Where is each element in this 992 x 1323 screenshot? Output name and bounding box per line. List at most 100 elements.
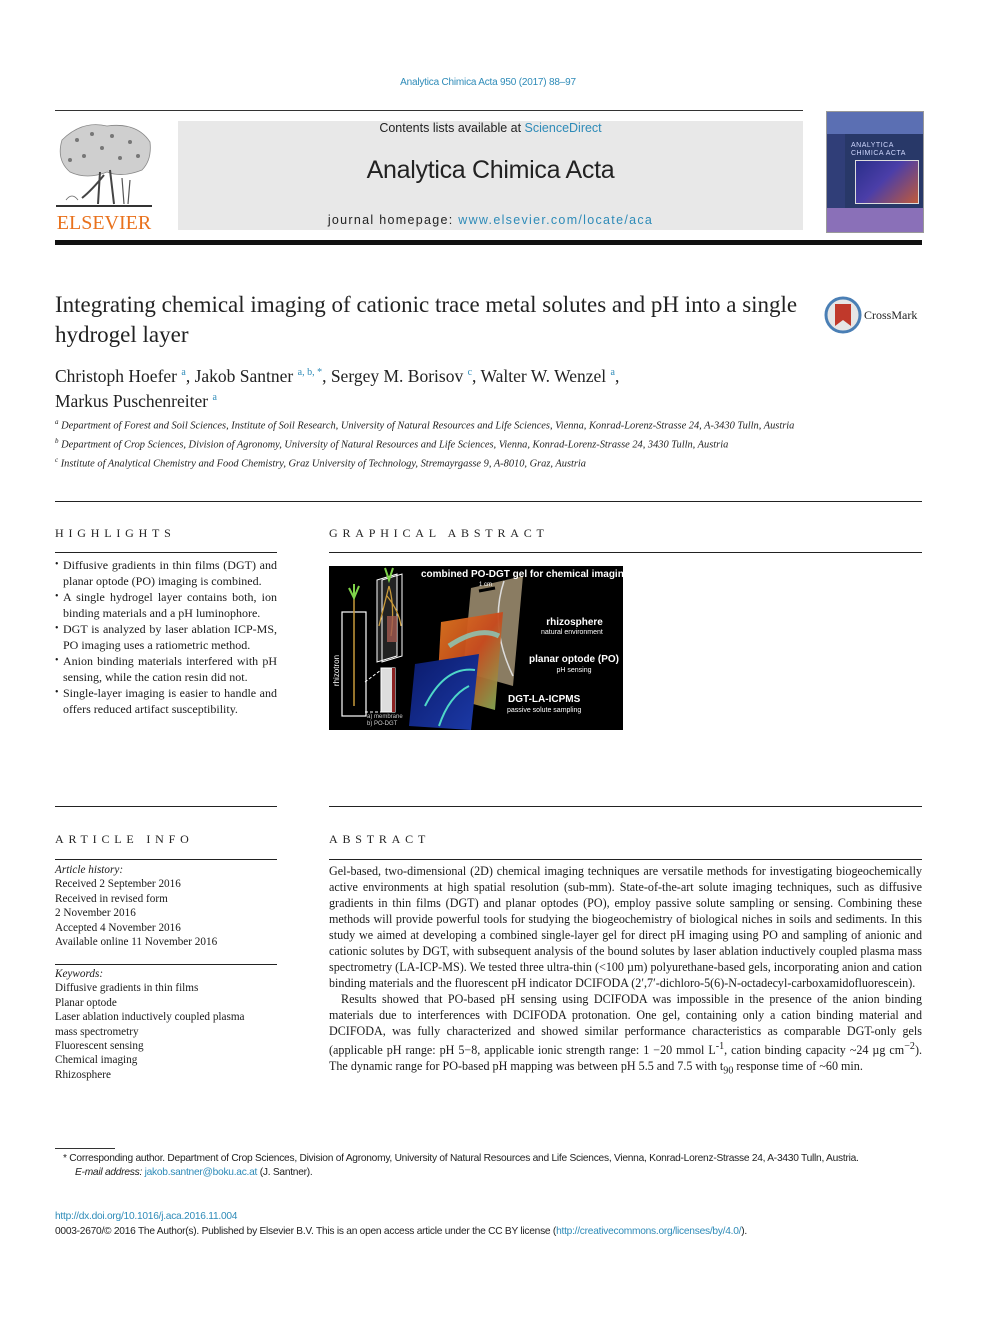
legend-b: b) PO-DGT (367, 721, 398, 727)
header-thick-rule (55, 240, 922, 245)
author-list: Christoph Hoefer a, Jakob Santner a, b, … (55, 365, 620, 411)
article-title: Integrating chemical imaging of cationic… (55, 292, 798, 347)
journal-cover-image[interactable]: ANALYTICA CHIMICA ACTA (826, 111, 924, 233)
affiliation-item: c Institute of Analytical Chemistry and … (55, 453, 815, 472)
keywords-rule (55, 964, 277, 965)
highlights-rule (55, 552, 277, 553)
cover-artwork (855, 160, 919, 204)
graphical-abstract-figure[interactable]: combined PO-DGT gel for chemical imaging… (329, 566, 623, 730)
crossmark-label: CrossMark (864, 308, 918, 322)
layer-label-po: planar optode (PO) pH sensing (529, 654, 619, 676)
author-affiliation-mark[interactable]: c (468, 367, 472, 378)
author-name[interactable]: Sergey M. Borisov (331, 366, 463, 386)
author-name[interactable]: Christoph Hoefer (55, 366, 177, 386)
author-affiliation-mark[interactable]: a (181, 367, 185, 378)
footnotes: * Corresponding author. Department of Cr… (55, 1152, 922, 1181)
graphical-abstract-rule (329, 552, 922, 553)
layer-label-rhizosphere: rhizosphere natural environment (541, 618, 603, 638)
figure-title: combined PO-DGT gel for chemical imaging (421, 569, 623, 580)
affiliation-text: Department of Forest and Soil Sciences, … (61, 420, 795, 432)
abstract-body: Gel-based, two-dimensional (2D) chemical… (329, 863, 922, 1079)
article-history: Article history: Received 2 September 20… (55, 863, 277, 949)
graphical-abstract-heading: GRAPHICAL ABSTRACT (329, 526, 549, 540)
license-text: 0003-2670/© 2016 The Author(s). Publishe… (55, 1226, 557, 1237)
highlight-item: Diffusive gradients in thin films (DGT) … (55, 557, 277, 589)
doi-link[interactable]: http://dx.doi.org/10.1016/j.aca.2016.11.… (55, 1211, 237, 1222)
author-affiliation-mark[interactable]: a, b, * (298, 367, 322, 378)
footnote-rule (55, 1148, 115, 1149)
keyword-item: Rhizosphere (55, 1068, 111, 1081)
author-name[interactable]: Jakob Santner (195, 366, 294, 386)
highlight-item: Single-layer imaging is easier to handle… (55, 685, 277, 717)
keyword-item: Diffusive gradients in thin films (55, 982, 199, 995)
affiliation-text: Institute of Analytical Chemistry and Fo… (60, 458, 587, 469)
history-item: 2 November 2016 (55, 907, 136, 920)
figure-legend: a) membrane b) PO-DGT (367, 714, 403, 728)
license-line: 0003-2670/© 2016 The Author(s). Publishe… (55, 1226, 922, 1237)
keywords: Keywords: Diffusive gradients in thin fi… (55, 967, 277, 1082)
contents-prefix: Contents lists available at (379, 121, 525, 135)
keyword-item: Planar optode (55, 996, 117, 1009)
history-item: Available online 11 November 2016 (55, 936, 218, 949)
scale-bar-label: 1 cm (479, 582, 493, 588)
highlight-item: DGT is analyzed by laser ablation ICP-MS… (55, 621, 277, 653)
rhizotron-label: rhizotron (332, 654, 342, 687)
affiliations: a Department of Forest and Soil Sciences… (55, 415, 815, 471)
journal-reference-link[interactable]: Analytica Chimica Acta 950 (2017) 88–97 (0, 77, 976, 88)
cover-top-band (827, 112, 923, 134)
layer-label-dgt: DGT-LA-ICPMS passive solute sampling (507, 694, 581, 716)
keyword-item: Laser ablation inductively coupled plasm… (55, 1011, 245, 1024)
license-link[interactable]: http://creativecommons.org/licenses/by/4… (556, 1226, 741, 1237)
abstract-paragraph-1: Gel-based, two-dimensional (2D) chemical… (329, 864, 922, 990)
keyword-item: Fluorescent sensing (55, 1040, 144, 1053)
affiliation-item: a Department of Forest and Soil Sciences… (55, 415, 815, 434)
email-link[interactable]: jakob.santner@boku.ac.at (145, 1167, 258, 1178)
legend-a: a) membrane (367, 714, 403, 720)
affiliation-key: c (55, 455, 59, 464)
author-affiliation-mark[interactable]: a (611, 367, 615, 378)
email-line: E-mail address: jakob.santner@boku.ac.at… (55, 1166, 922, 1180)
cover-bottom-band (827, 208, 923, 232)
layer-subtitle: natural environment (541, 629, 603, 636)
keyword-item: mass spectrometry (55, 1025, 139, 1038)
affiliation-key: b (55, 436, 59, 445)
abstract-paragraph-2: Results showed that PO-based pH sensing … (329, 991, 922, 1079)
cover-left-band (827, 134, 845, 212)
section-divider (55, 501, 922, 502)
author-name[interactable]: Markus Puschenreiter (55, 391, 208, 411)
layer-subtitle: pH sensing (556, 667, 592, 674)
affiliation-text: Department of Crop Sciences, Division of… (61, 439, 729, 451)
crossmark-icon (824, 296, 862, 334)
history-item: Received 2 September 2016 (55, 878, 181, 891)
email-suffix: (J. Santner). (257, 1167, 313, 1179)
header-top-rule (55, 110, 803, 111)
author-name[interactable]: Walter W. Wenzel (480, 366, 606, 386)
email-label: E-mail address: (75, 1167, 145, 1179)
crossmark-badge[interactable]: CrossMark (824, 296, 924, 336)
highlights-list: Diffusive gradients in thin films (DGT) … (55, 557, 277, 717)
abstract-heading: ABSTRACT (329, 832, 431, 846)
keyword-item: Chemical imaging (55, 1054, 138, 1067)
contents-line: Contents lists available at ScienceDirec… (178, 121, 803, 135)
history-item: Received in revised form (55, 892, 168, 905)
dgt-layer (409, 654, 479, 730)
subscript: 90 (723, 1065, 734, 1077)
homepage-line: journal homepage: www.elsevier.com/locat… (178, 213, 803, 227)
elsevier-wordmark: ELSEVIER (56, 212, 152, 234)
journal-title: Analytica Chimica Acta (366, 156, 615, 184)
sciencedirect-link[interactable]: ScienceDirect (525, 121, 602, 135)
article-info-heading: ARTICLE INFO (55, 832, 194, 846)
layer-title: planar optode (PO) (529, 654, 619, 665)
elsevier-logo[interactable]: ELSEVIER (52, 120, 156, 234)
abstract-rule (329, 859, 922, 860)
layer-title: rhizosphere (546, 617, 603, 628)
highlight-item: Anion binding materials interfered with … (55, 653, 277, 685)
affiliation-item: b Department of Crop Sciences, Division … (55, 434, 815, 453)
cover-title: ANALYTICA CHIMICA ACTA (851, 142, 906, 157)
history-item: Accepted 4 November 2016 (55, 921, 181, 934)
abstract-text: , cation binding capacity ~24 µg cm (724, 1043, 905, 1058)
layer-subtitle: passive solute sampling (507, 707, 582, 714)
author-affiliation-mark[interactable]: a (212, 392, 216, 403)
elsevier-tree-icon (56, 124, 152, 207)
homepage-link[interactable]: www.elsevier.com/locate/aca (458, 213, 653, 227)
